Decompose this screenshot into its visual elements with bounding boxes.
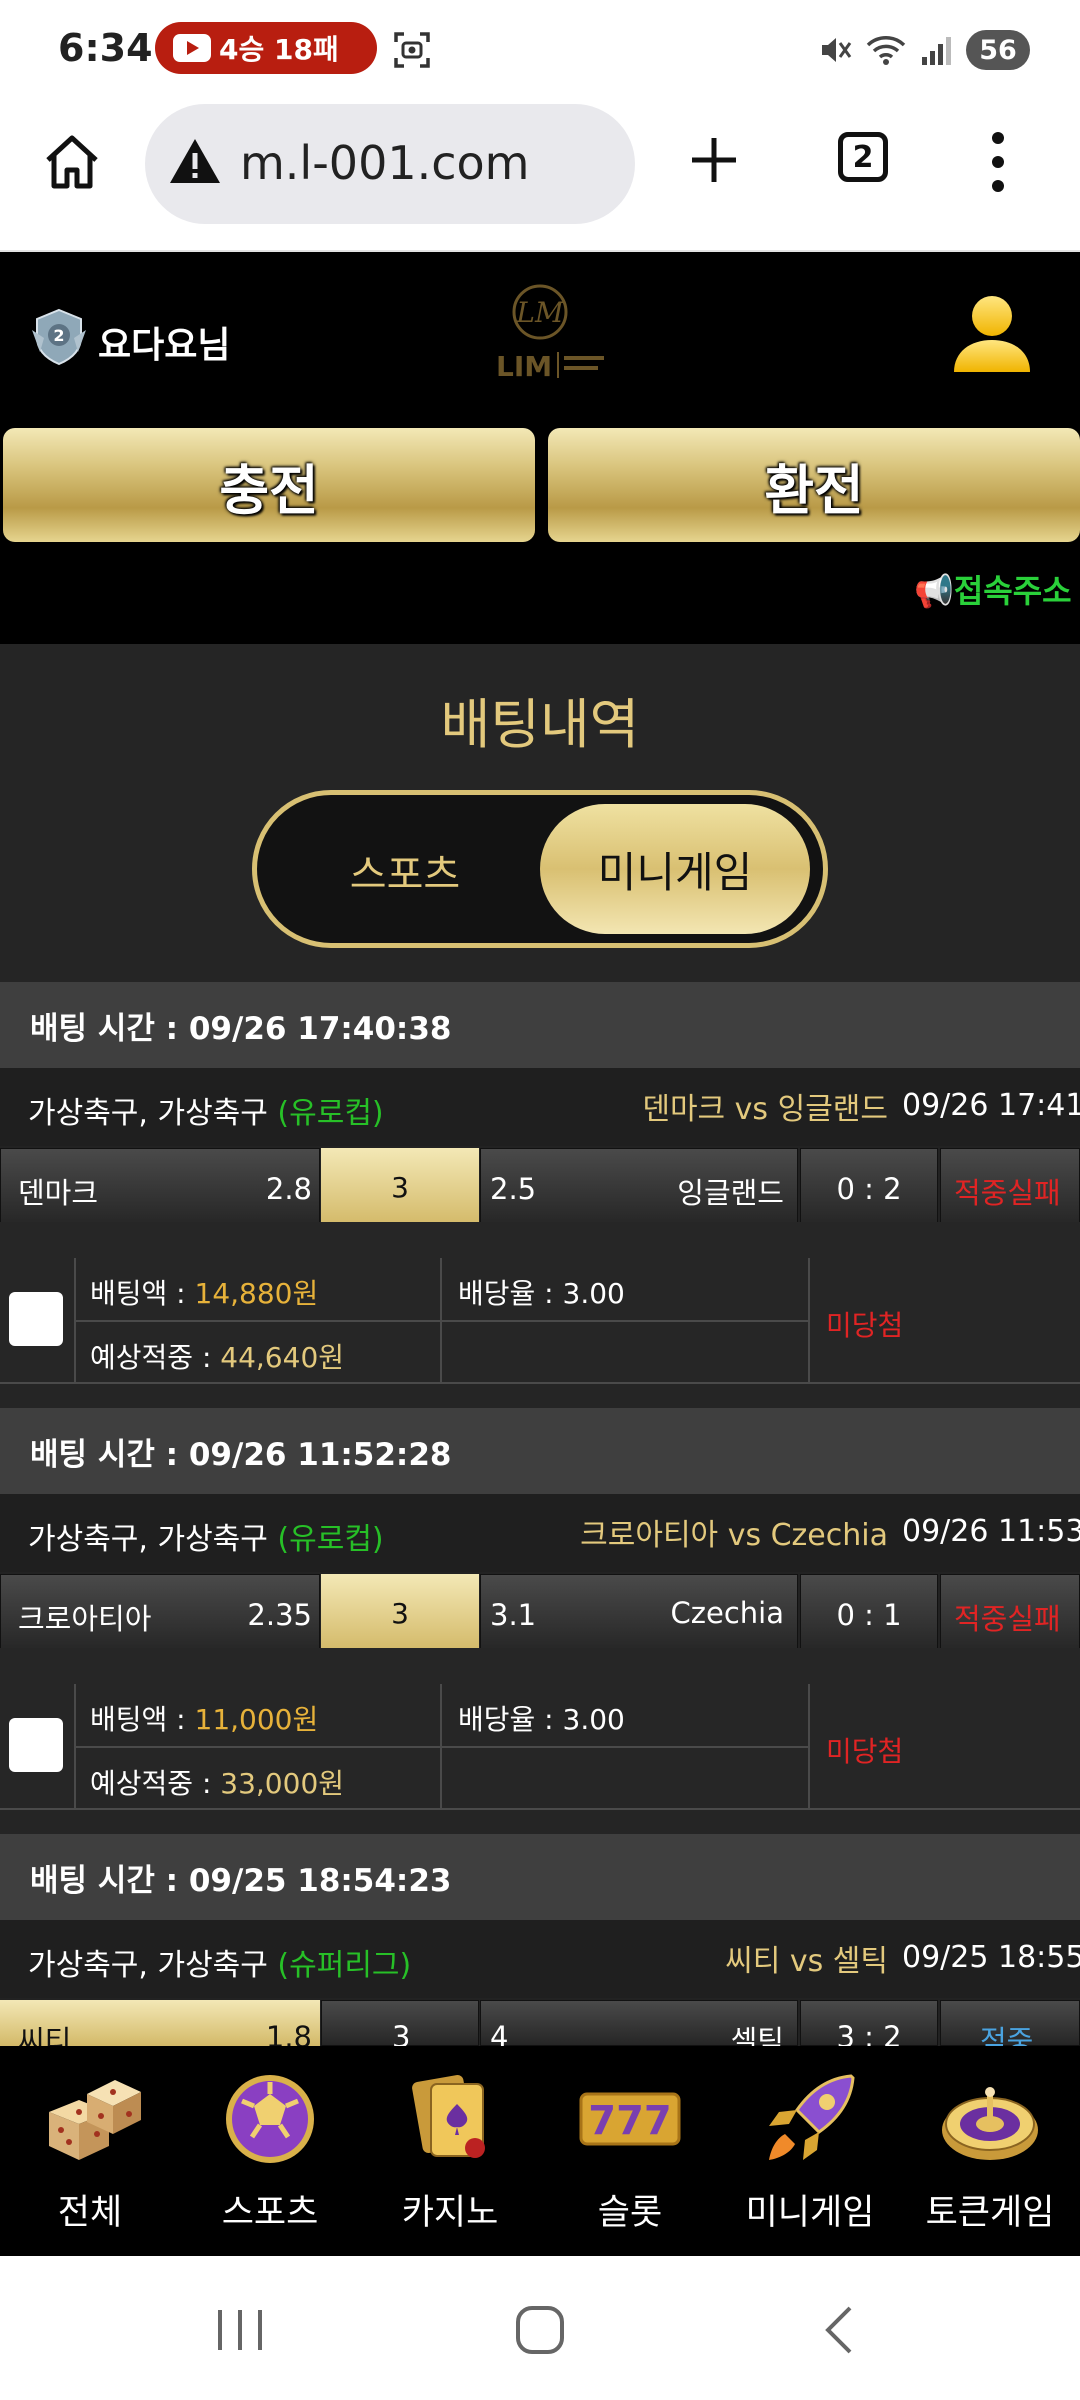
nav-slot[interactable]: 777 슬롯 xyxy=(540,2056,720,2246)
league-name: (유로컵) xyxy=(277,1096,384,1131)
league-info: 가상축구, 가상축구 (유로컵) xyxy=(28,1096,384,1131)
home-odds: 2.8 xyxy=(265,1172,312,1206)
nav-label: 토큰게임 xyxy=(925,2193,1055,2233)
away-team: 잉글랜드 xyxy=(677,1176,784,1210)
roulette-icon xyxy=(942,2087,1038,2160)
away-team: Czechia xyxy=(670,1596,784,1630)
bet-amount: 배팅액 : 11,000원 xyxy=(90,1703,319,1736)
status-time: 6:34 xyxy=(58,26,153,70)
match-title: 덴마크 vs 잉글랜드 xyxy=(642,1092,888,1127)
level-badge-icon: 2 xyxy=(32,308,86,366)
notification-pill[interactable]: 4승 18패 xyxy=(155,22,377,74)
league-info: 가상축구, 가상축구 (유로컵) xyxy=(28,1522,384,1557)
svg-text:LM: LM xyxy=(515,296,565,329)
nav-all[interactable]: 전체 xyxy=(0,2056,180,2246)
match-time: 09/26 11:53 xyxy=(902,1514,1080,1549)
nav-casino[interactable]: 카지노 xyxy=(360,2056,540,2246)
slot-777-icon: 777 xyxy=(579,2092,681,2146)
draw-odds-cell: 3 xyxy=(321,1148,479,1226)
nav-label: 슬롯 xyxy=(597,2193,663,2233)
odds-rate: 배당율 : 3.00 xyxy=(458,1277,625,1310)
rocket-icon xyxy=(769,2074,855,2160)
league-info: 가상축구, 가상축구 (슈퍼리그) xyxy=(28,1948,412,1983)
away-odds: 2.5 xyxy=(490,1172,537,1206)
soccer-ball-icon xyxy=(226,2075,314,2163)
score: 0 : 1 xyxy=(836,1598,902,1632)
nav-sports[interactable]: 스포츠 xyxy=(180,2056,360,2246)
new-tab-icon[interactable] xyxy=(684,130,744,190)
warning-icon[interactable] xyxy=(168,136,222,186)
bet-time-header: 배팅 시간 : 09/25 18:54:23 xyxy=(0,1834,1080,1920)
tab-sports[interactable]: 스포츠 xyxy=(300,842,510,900)
nav-label: 미니게임 xyxy=(745,2193,875,2233)
match-title: 크로아티아 vs Czechia xyxy=(580,1518,888,1553)
result-text: 적중실패 xyxy=(954,1602,1061,1636)
status-icons: 56 xyxy=(818,28,1030,72)
home-icon[interactable] xyxy=(40,130,104,194)
logo-text: LIM xyxy=(496,350,552,383)
charge-button[interactable]: 충전 xyxy=(3,428,535,542)
odds-rate: 배당율 : 3.00 xyxy=(458,1703,625,1736)
cards-icon xyxy=(412,2074,485,2158)
bet-select-checkbox[interactable] xyxy=(9,1718,63,1772)
nav-label: 스포츠 xyxy=(221,2193,319,2233)
draw-odds-cell: 3 xyxy=(321,1574,479,1652)
league-name: (유로컵) xyxy=(277,1522,384,1557)
away-odds: 3.1 xyxy=(490,1598,537,1632)
bet-select-checkbox[interactable] xyxy=(9,1292,63,1346)
league-name: (슈퍼리그) xyxy=(277,1948,412,1983)
expected-win: 예상적중 : 33,000원 xyxy=(90,1767,345,1800)
youtube-icon xyxy=(173,34,211,62)
exchange-button[interactable]: 환전 xyxy=(548,428,1080,542)
svg-text:2: 2 xyxy=(53,326,64,345)
bet-time-header: 배팅 시간 : 09/26 17:40:38 xyxy=(0,982,1080,1068)
tab-switcher-button[interactable]: 2 xyxy=(838,132,888,182)
match-time: 09/25 18:55 xyxy=(902,1940,1080,1975)
bet-time-header: 배팅 시간 : 09/26 11:52:28 xyxy=(0,1408,1080,1494)
home-team: 덴마크 xyxy=(18,1176,99,1210)
battery-indicator: 56 xyxy=(966,30,1030,70)
result-text: 적중실패 xyxy=(954,1176,1061,1210)
profile-icon[interactable] xyxy=(950,292,1034,382)
score: 0 : 2 xyxy=(836,1172,902,1206)
home-nav-icon[interactable] xyxy=(510,2302,570,2358)
dice-icon xyxy=(49,2080,141,2160)
wifi-icon xyxy=(866,36,906,65)
notification-text: 4승 18패 xyxy=(219,33,339,66)
mute-icon xyxy=(822,38,852,62)
tab-minigame[interactable]: 미니게임 xyxy=(540,804,810,934)
svg-text:777: 777 xyxy=(588,2098,672,2144)
expected-win: 예상적중 : 44,640원 xyxy=(90,1341,345,1374)
recent-apps-icon[interactable] xyxy=(210,2302,270,2358)
menu-icon[interactable] xyxy=(990,132,1006,192)
nav-label: 카지노 xyxy=(401,2193,499,2233)
home-odds: 2.35 xyxy=(247,1598,312,1632)
bet-status: 미당첨 xyxy=(826,1309,904,1342)
notice-marquee[interactable]: 📢접속주소 xyxy=(914,566,1072,612)
site-logo[interactable]: LM LIM xyxy=(460,268,620,388)
bet-status: 미당첨 xyxy=(826,1735,904,1768)
nav-label: 전체 xyxy=(57,2193,123,2233)
home-team: 크로아티아 xyxy=(18,1602,152,1636)
screenshot-icon xyxy=(394,32,430,68)
nav-minigame[interactable]: 미니게임 xyxy=(720,2056,900,2246)
match-time: 09/26 17:41 xyxy=(902,1088,1080,1123)
match-title: 씨티 vs 셀틱 xyxy=(725,1944,888,1979)
back-icon[interactable] xyxy=(810,2302,870,2358)
signal-icon xyxy=(922,37,951,65)
bet-amount: 배팅액 : 14,880원 xyxy=(90,1277,319,1310)
url-text[interactable]: m.l-001.com xyxy=(240,136,529,190)
page-title: 배팅내역 xyxy=(440,693,640,756)
username[interactable]: 요다요님 xyxy=(98,316,230,368)
nav-token-game[interactable]: 토큰게임 xyxy=(900,2056,1080,2246)
